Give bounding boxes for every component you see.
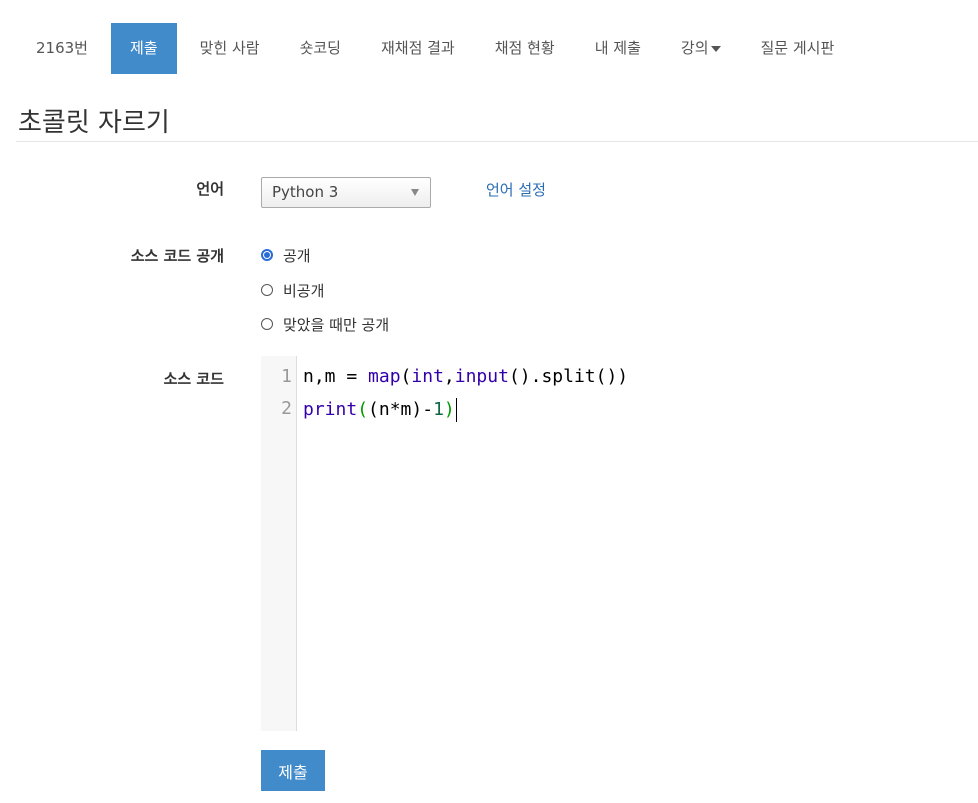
line-number-gutter: 1 2 [261, 356, 297, 731]
radio-public[interactable] [261, 249, 273, 261]
dropdown-arrow-icon [411, 189, 419, 196]
tab-accepted-users[interactable]: 맞힌 사람 [183, 23, 277, 74]
code-line[interactable]: n,m = map(int,input().split()) [303, 366, 628, 387]
visibility-option-private[interactable]: 비공개 [261, 280, 324, 300]
tab-lectures-label: 강의 [680, 39, 709, 57]
tab-lectures[interactable]: 강의 [664, 23, 738, 74]
language-label: 언어 [196, 180, 224, 198]
radio-public-label: 공개 [283, 246, 311, 265]
radio-private[interactable] [261, 284, 273, 296]
caret-down-icon [710, 45, 721, 52]
language-settings-link[interactable]: 언어 설정 [486, 179, 546, 200]
text-cursor [455, 398, 457, 422]
line-number: 1 [281, 366, 292, 387]
radio-private-label: 비공개 [283, 281, 325, 300]
title-divider [16, 141, 978, 142]
code-editor[interactable]: 1 2 n,m = map(int,input().split()) print… [261, 356, 978, 731]
visibility-label: 소스 코드 공개 [130, 247, 224, 265]
language-select[interactable]: Python 3 [261, 177, 431, 208]
tab-my-submissions[interactable]: 내 제출 [578, 23, 658, 74]
page-title: 초콜릿 자르기 [18, 108, 170, 138]
line-number: 2 [281, 398, 292, 419]
source-code-label: 소스 코드 [163, 370, 224, 388]
tab-problem-number[interactable]: 2163번 [19, 23, 105, 74]
code-line[interactable]: print((n*m)-1) [303, 398, 457, 422]
radio-public-when-accepted[interactable] [261, 318, 273, 330]
tab-qna-board[interactable]: 질문 게시판 [744, 23, 852, 74]
submit-button[interactable]: 제출 [261, 750, 325, 791]
tab-judge-status[interactable]: 채점 현황 [478, 23, 572, 74]
tab-short-coding[interactable]: 숏코딩 [283, 23, 358, 74]
visibility-option-public[interactable]: 공개 [261, 245, 311, 265]
language-select-value: Python 3 [272, 183, 339, 201]
problem-tabs: 2163번 제출 맞힌 사람 숏코딩 재채점 결과 채점 현황 내 제출 강의 … [19, 23, 857, 74]
radio-public-when-accepted-label: 맞았을 때만 공개 [283, 315, 390, 334]
visibility-option-public-when-accepted[interactable]: 맞았을 때만 공개 [261, 314, 389, 334]
tab-rejudge-results[interactable]: 재채점 결과 [364, 23, 472, 74]
tab-submit[interactable]: 제출 [110, 23, 177, 74]
